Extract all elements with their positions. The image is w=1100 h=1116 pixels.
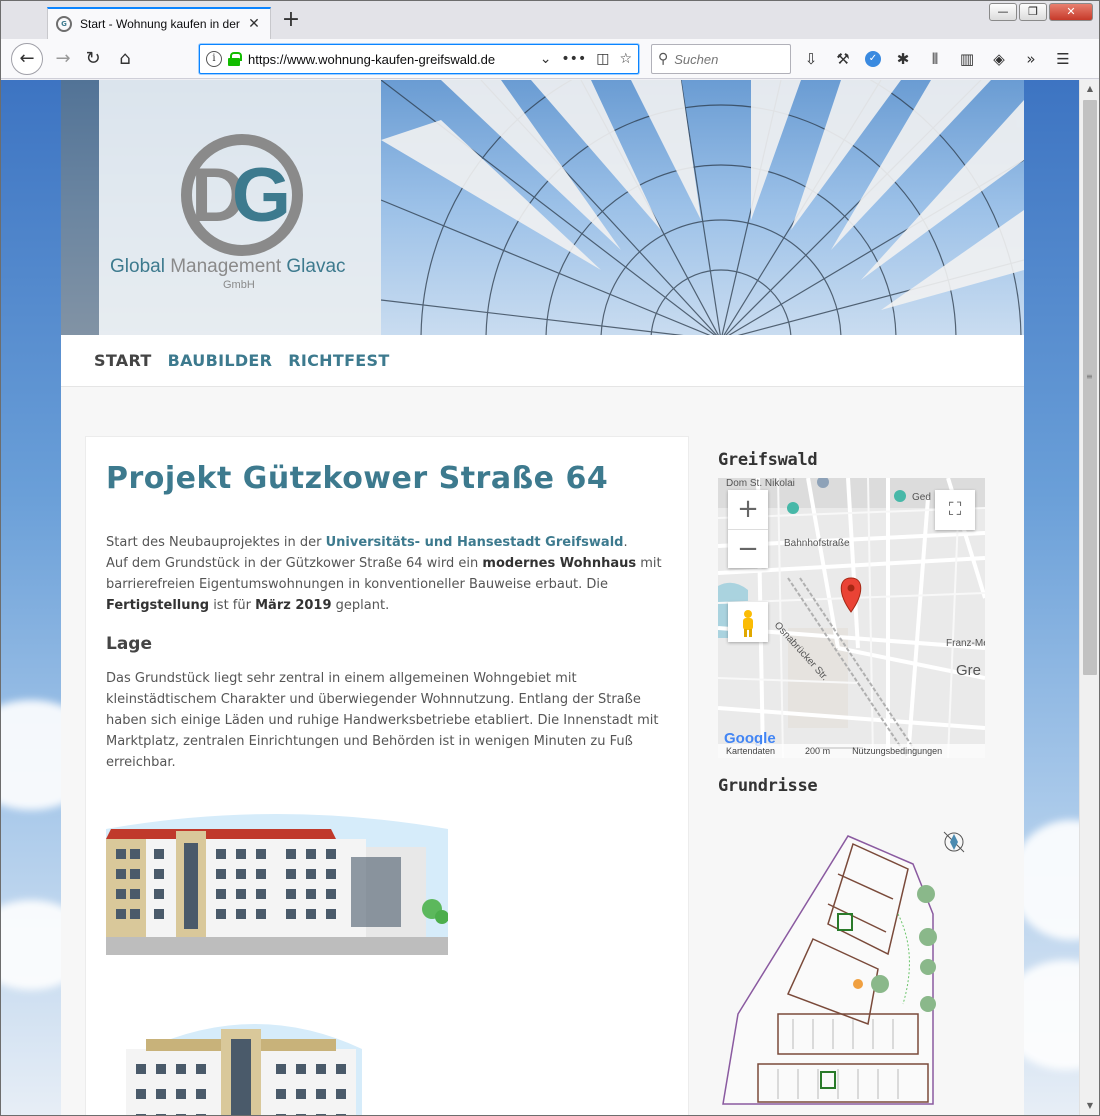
tab-active[interactable]: G Start - Wohnung kaufen in der ✕ xyxy=(47,7,271,39)
intro-bold-text: März 2019 xyxy=(255,598,332,613)
lage-paragraph: Das Grundstück liegt sehr zentral in ein… xyxy=(106,671,659,770)
back-button[interactable]: ← xyxy=(11,43,43,75)
browser-window: G Start - Wohnung kaufen in der ✕ + — ❐ … xyxy=(0,0,1100,1116)
site-info-icon[interactable]: i xyxy=(206,51,222,67)
new-tab-button[interactable]: + xyxy=(279,9,303,33)
logo-monogram: DG xyxy=(191,153,291,238)
intro-text: ist für xyxy=(209,598,256,613)
scroll-down-arrow-icon[interactable]: ▼ xyxy=(1080,1097,1100,1115)
sidebar: Greifswald Dom St. Nikolai Ged Bahnhofst… xyxy=(718,450,985,1115)
puzzle-icon[interactable]: ✱ xyxy=(893,49,913,69)
chevron-down-icon[interactable]: ⌄ xyxy=(540,51,552,67)
building-rendering-front[interactable] xyxy=(106,809,448,955)
floor-plan-image[interactable] xyxy=(718,804,985,1115)
window-controls: — ❐ ✕ xyxy=(989,3,1093,21)
intro-paragraph: Start des Neubauprojektes in der Univers… xyxy=(106,532,668,616)
close-window-button[interactable]: ✕ xyxy=(1049,3,1093,21)
page-viewport: DG Global Management Glavac GmbH START B… xyxy=(1,80,1079,1115)
lage-heading: Lage xyxy=(106,634,153,654)
logo-word-management: Management xyxy=(170,256,282,277)
logo-word-global: Global xyxy=(110,256,165,277)
page-scrollbar[interactable]: ▲ ≡ ▼ xyxy=(1079,80,1099,1115)
scroll-thumb[interactable] xyxy=(1083,100,1097,675)
intro-text: Auf dem Grundstück in der Gützkower Stra… xyxy=(106,556,483,571)
map-label-ged: Ged xyxy=(912,492,931,503)
more-actions-icon[interactable]: ••• xyxy=(561,51,586,67)
zoom-in-button[interactable]: + xyxy=(728,490,768,529)
save-to-pocket-icon[interactable]: ⇩ xyxy=(801,49,821,69)
logo-company-name: Global Management Glavac xyxy=(110,256,346,278)
tab-title: Start - Wohnung kaufen in der xyxy=(80,17,240,31)
map-heading: Greifswald xyxy=(718,450,818,470)
greifswald-link[interactable]: Universitäts- und Hansestadt Greifswald xyxy=(326,535,624,550)
lock-icon[interactable] xyxy=(228,52,242,66)
map-fullscreen-button[interactable]: ⛶ xyxy=(935,490,975,530)
scroll-up-arrow-icon[interactable]: ▲ xyxy=(1080,80,1100,98)
pocket-icon[interactable]: ◫ xyxy=(596,51,609,67)
intro-bold-text: modernes Wohnhaus xyxy=(482,556,637,571)
zoom-out-button[interactable]: − xyxy=(728,529,768,568)
scroll-grip-icon: ≡ xyxy=(1086,372,1093,381)
shield-icon[interactable]: ◈ xyxy=(989,49,1009,69)
map-terms-link[interactable]: Nutzungsbedingungen xyxy=(852,746,942,756)
page-container: DG Global Management Glavac GmbH START B… xyxy=(61,80,1024,1115)
forward-button[interactable]: → xyxy=(49,45,77,73)
reload-button[interactable]: ↻ xyxy=(79,45,107,73)
plans-heading: Grundrisse xyxy=(718,776,818,796)
building-rendering-rear[interactable] xyxy=(106,1009,448,1115)
search-bar[interactable]: ⚲ xyxy=(651,44,791,74)
intro-text: geplant. xyxy=(331,598,390,613)
logo-gmbh: GmbH xyxy=(223,279,255,291)
header-banner: DG Global Management Glavac GmbH xyxy=(61,80,1024,335)
menu-item-start[interactable]: START xyxy=(94,351,152,370)
extension-check-icon[interactable]: ✓ xyxy=(865,51,881,67)
search-icon: ⚲ xyxy=(658,51,669,67)
wrench-icon[interactable]: ⚒ xyxy=(833,49,853,69)
map-data-link[interactable]: Kartendaten xyxy=(726,746,775,756)
url-actions: ⌄ ••• ◫ ☆ xyxy=(540,51,632,67)
minimize-button[interactable]: — xyxy=(989,3,1017,21)
tab-strip: G Start - Wohnung kaufen in der ✕ + — ❐ … xyxy=(1,1,1099,39)
site-favicon-icon: G xyxy=(56,16,72,32)
logo[interactable]: DG Global Management Glavac GmbH xyxy=(99,80,381,335)
library-icon[interactable]: ⫴ xyxy=(925,49,945,69)
intro-bold-text: Fertigstellung xyxy=(106,598,210,613)
close-tab-icon[interactable]: ✕ xyxy=(246,16,262,32)
map-zoom-controls: + − xyxy=(728,490,768,568)
home-button[interactable]: ⌂ xyxy=(111,45,139,73)
map-label-dom: Dom St. Nikolai xyxy=(726,478,795,489)
main-content: Projekt Gützkower Straße 64 Start des Ne… xyxy=(85,436,689,1115)
maximize-button[interactable]: ❐ xyxy=(1019,3,1047,21)
google-map[interactable]: Dom St. Nikolai Ged Bahnhofstraße Osnabr… xyxy=(718,478,985,758)
map-label-franz: Franz-Me xyxy=(946,638,985,649)
intro-text: . xyxy=(623,535,628,550)
toolbar-icons: ⇩ ⚒ ✓ ✱ ⫴ ▥ ◈ » ☰ xyxy=(801,49,1073,69)
map-footer: Kartendaten 200 m Nutzungsbedingungen xyxy=(718,744,985,758)
search-input[interactable] xyxy=(674,51,775,67)
bookmark-star-icon[interactable]: ☆ xyxy=(619,51,632,67)
menu-item-richtfest[interactable]: RICHTFEST xyxy=(288,351,389,370)
sidebar-icon[interactable]: ▥ xyxy=(957,49,977,69)
map-scale: 200 m xyxy=(805,746,831,756)
nav-toolbar: ← → ↻ ⌂ i https://www.wohnung-kaufen-gre… xyxy=(1,39,1099,79)
logo-word-glavac: Glavac xyxy=(286,256,346,277)
hamburger-menu-icon[interactable]: ☰ xyxy=(1053,49,1073,69)
map-label-gre: Gre xyxy=(956,662,982,679)
intro-text: Start des Neubauprojektes in der xyxy=(106,535,326,550)
street-view-pegman-icon[interactable] xyxy=(728,602,768,642)
menu-item-baubilder[interactable]: BAUBILDER xyxy=(168,351,273,370)
main-menu: START BAUBILDER RICHTFEST xyxy=(61,335,1024,387)
url-bar[interactable]: i https://www.wohnung-kaufen-greifswald.… xyxy=(199,44,639,74)
page-title: Projekt Gützkower Straße 64 xyxy=(106,461,609,496)
overflow-icon[interactable]: » xyxy=(1021,49,1041,69)
url-text[interactable]: https://www.wohnung-kaufen-greifswald.de xyxy=(248,52,540,67)
map-label-bahnhof: Bahnhofstraße xyxy=(784,538,850,549)
